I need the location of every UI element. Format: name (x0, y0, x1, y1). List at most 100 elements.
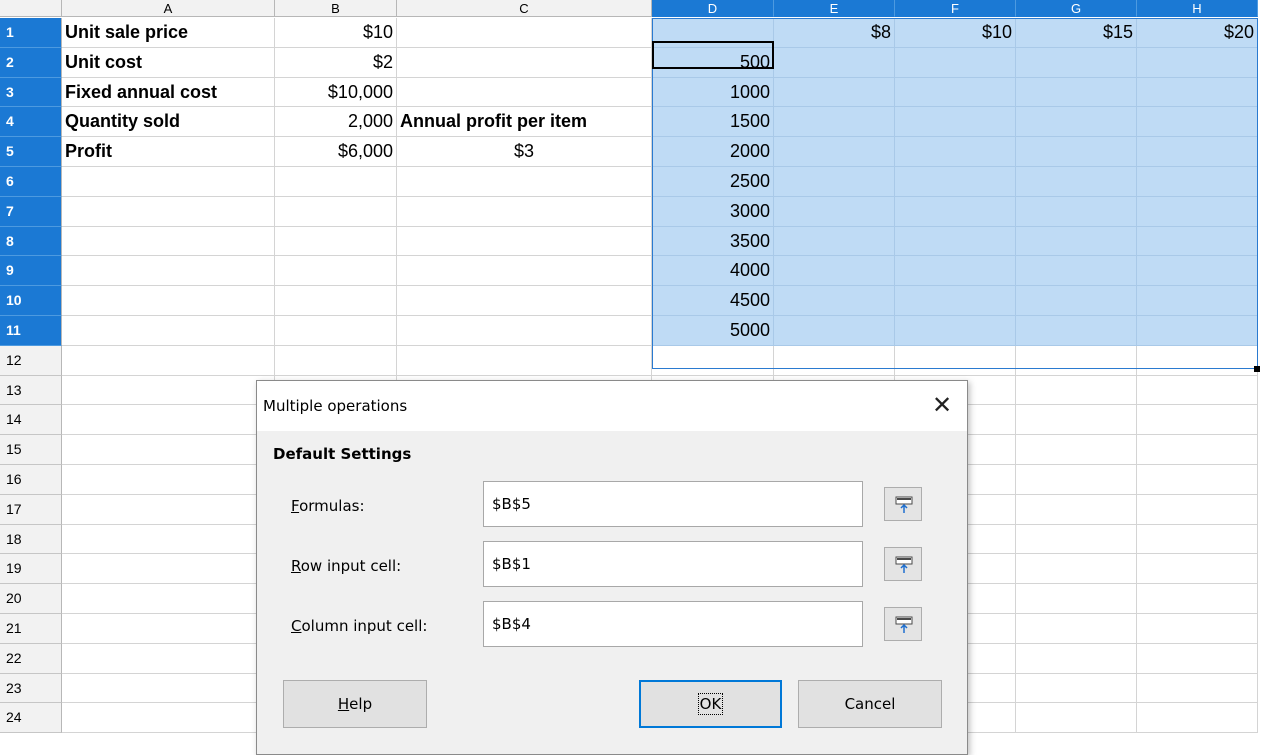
row-header-11[interactable]: 11 (0, 316, 62, 346)
dialog-titlebar[interactable]: Multiple operations ✕ (257, 381, 967, 431)
cell-d8[interactable]: 3500 (652, 226, 774, 257)
cell-f8[interactable] (895, 226, 1016, 257)
cell-g13[interactable] (1016, 375, 1137, 406)
cell-g4[interactable] (1016, 107, 1137, 138)
cell-g5[interactable] (1016, 137, 1137, 167)
cell-d2[interactable]: 500 (652, 47, 774, 78)
cell-e9[interactable] (774, 256, 895, 287)
cell-b6[interactable] (275, 167, 397, 197)
cell-b9[interactable] (275, 256, 397, 287)
cell-g3[interactable] (1016, 77, 1137, 108)
cell-d9[interactable]: 4000 (652, 256, 774, 287)
cell-b8[interactable] (275, 226, 397, 257)
cell-e10[interactable] (774, 286, 895, 316)
cell-f3[interactable] (895, 77, 1016, 108)
cell-f11[interactable] (895, 316, 1016, 346)
cell-b5[interactable]: $6,000 (275, 137, 397, 167)
cell-f5[interactable] (895, 137, 1016, 167)
cell-g15[interactable] (1016, 435, 1137, 465)
cell-h3[interactable] (1137, 77, 1258, 108)
cell-h17[interactable] (1137, 494, 1258, 525)
cell-g10[interactable] (1016, 286, 1137, 316)
cell-b10[interactable] (275, 286, 397, 316)
cell-g23[interactable] (1016, 673, 1137, 704)
row-header-1[interactable]: 1 (0, 18, 62, 48)
cell-c2[interactable] (397, 47, 652, 78)
cell-a12[interactable] (62, 345, 275, 376)
cell-h24[interactable] (1137, 703, 1258, 734)
row-header-21[interactable]: 21 (0, 614, 62, 644)
cell-c6[interactable] (397, 167, 652, 197)
column-input-field[interactable] (483, 601, 863, 647)
cell-b12[interactable] (275, 345, 397, 376)
cell-a5[interactable]: Profit (62, 137, 275, 167)
cell-a6[interactable] (62, 167, 275, 197)
column-header-a[interactable]: A (62, 0, 275, 17)
cell-c8[interactable] (397, 226, 652, 257)
cell-b11[interactable] (275, 316, 397, 346)
formulas-field[interactable] (483, 481, 863, 527)
cell-c10[interactable] (397, 286, 652, 316)
cell-c3[interactable] (397, 77, 652, 108)
row-header-9[interactable]: 9 (0, 256, 62, 287)
cell-h22[interactable] (1137, 643, 1258, 674)
select-all-corner[interactable] (0, 0, 62, 17)
cell-d7[interactable]: 3000 (652, 196, 774, 227)
formulas-shrink-button[interactable] (884, 487, 922, 521)
cell-h6[interactable] (1137, 167, 1258, 197)
cell-a20[interactable] (62, 584, 275, 614)
cell-b1[interactable]: $10 (275, 18, 397, 48)
row-header-17[interactable]: 17 (0, 494, 62, 525)
row-input-field[interactable] (483, 541, 863, 587)
column-header-b[interactable]: B (275, 0, 397, 17)
row-header-6[interactable]: 6 (0, 167, 62, 197)
cell-h13[interactable] (1137, 375, 1258, 406)
cell-g2[interactable] (1016, 47, 1137, 78)
cell-g12[interactable] (1016, 345, 1137, 376)
cell-h15[interactable] (1137, 435, 1258, 465)
cell-d1[interactable] (652, 18, 774, 48)
column-input-shrink-button[interactable] (884, 607, 922, 641)
cell-h5[interactable] (1137, 137, 1258, 167)
cell-a1[interactable]: Unit sale price (62, 18, 275, 48)
row-header-2[interactable]: 2 (0, 47, 62, 78)
cell-a8[interactable] (62, 226, 275, 257)
cell-c7[interactable] (397, 196, 652, 227)
cell-a9[interactable] (62, 256, 275, 287)
row-header-14[interactable]: 14 (0, 405, 62, 436)
cell-g16[interactable] (1016, 465, 1137, 495)
cell-g24[interactable] (1016, 703, 1137, 734)
cell-c9[interactable] (397, 256, 652, 287)
row-header-20[interactable]: 20 (0, 584, 62, 614)
cell-g19[interactable] (1016, 554, 1137, 585)
cell-h18[interactable] (1137, 524, 1258, 555)
cell-d11[interactable]: 5000 (652, 316, 774, 346)
cell-g14[interactable] (1016, 405, 1137, 436)
cell-e7[interactable] (774, 196, 895, 227)
row-header-19[interactable]: 19 (0, 554, 62, 585)
cell-g18[interactable] (1016, 524, 1137, 555)
cell-h7[interactable] (1137, 196, 1258, 227)
cell-e6[interactable] (774, 167, 895, 197)
cell-a19[interactable] (62, 554, 275, 585)
cell-f6[interactable] (895, 167, 1016, 197)
cell-e11[interactable] (774, 316, 895, 346)
ok-button[interactable]: OK (639, 680, 782, 728)
cell-e8[interactable] (774, 226, 895, 257)
cell-c12[interactable] (397, 345, 652, 376)
row-header-4[interactable]: 4 (0, 107, 62, 138)
cell-b7[interactable] (275, 196, 397, 227)
fill-handle[interactable] (1254, 366, 1260, 372)
cell-h2[interactable] (1137, 47, 1258, 78)
cell-h9[interactable] (1137, 256, 1258, 287)
cell-g22[interactable] (1016, 643, 1137, 674)
cell-e3[interactable] (774, 77, 895, 108)
cell-h10[interactable] (1137, 286, 1258, 316)
cell-g7[interactable] (1016, 196, 1137, 227)
help-button[interactable]: Help (283, 680, 427, 728)
cell-c5[interactable]: $3 (397, 137, 652, 167)
cell-b4[interactable]: 2,000 (275, 107, 397, 138)
column-header-f[interactable]: F (895, 0, 1016, 17)
cell-f7[interactable] (895, 196, 1016, 227)
cell-a4[interactable]: Quantity sold (62, 107, 275, 138)
